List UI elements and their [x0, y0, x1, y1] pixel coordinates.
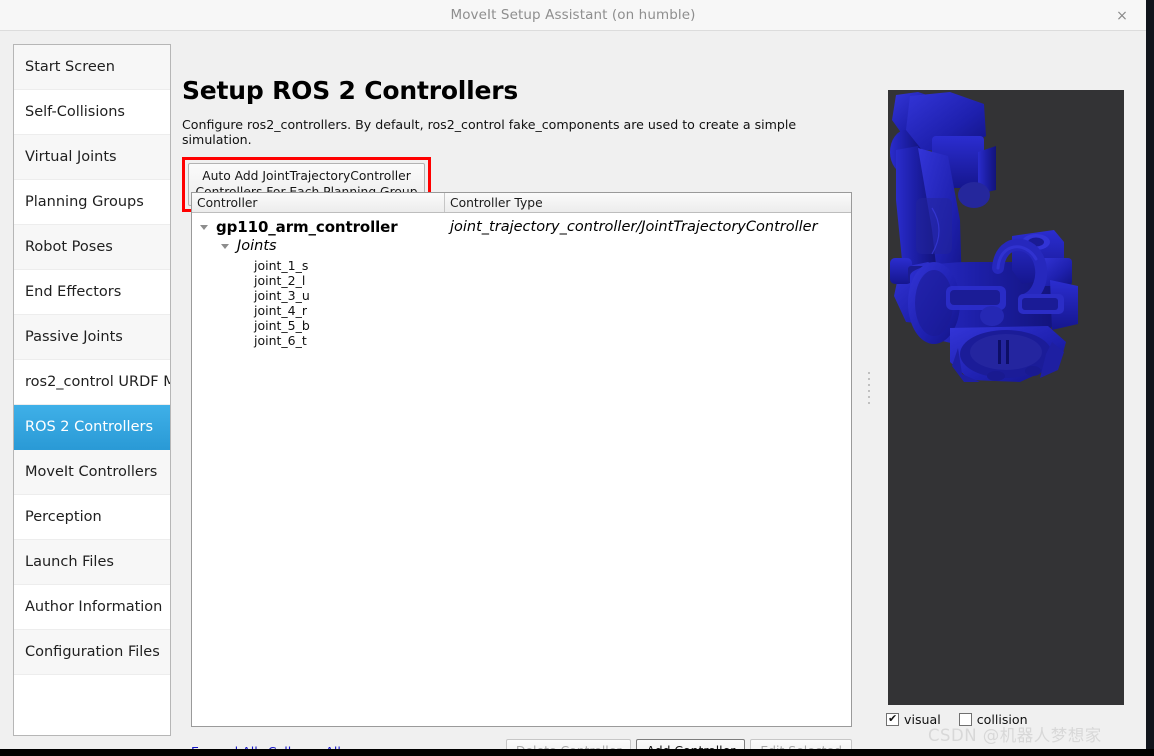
sidebar-item-self-collisions[interactable]: Self-Collisions — [14, 90, 170, 135]
auto-add-button-line-1: Auto Add JointTrajectoryController — [202, 169, 411, 183]
tree-row-joint[interactable]: joint_3_u — [192, 288, 851, 303]
sidebar-item-launch-files[interactable]: Launch Files — [14, 540, 170, 585]
window-title: MoveIt Setup Assistant (on humble) — [450, 7, 696, 23]
window-bottom-edge — [0, 749, 1154, 756]
robot-viewer-panel: visual collision — [878, 44, 1134, 736]
joints-group-label: Joints — [237, 238, 277, 254]
sidebar-item-start-screen[interactable]: Start Screen — [14, 45, 170, 90]
tree-row-joint[interactable]: joint_6_t — [192, 333, 851, 348]
collision-checkbox[interactable]: collision — [958, 712, 1028, 727]
sidebar-item-planning-groups[interactable]: Planning Groups — [14, 180, 170, 225]
tree-row-joints-group[interactable]: Joints — [192, 237, 851, 255]
tree-column-header-controller[interactable]: Controller — [192, 193, 445, 212]
sidebar-item-passive-joints[interactable]: Passive Joints — [14, 315, 170, 360]
tree-row-joint[interactable]: joint_2_l — [192, 273, 851, 288]
application-window: MoveIt Setup Assistant (on humble) × Sta… — [0, 0, 1154, 756]
main-content: Setup ROS 2 Controllers Configure ros2_c… — [182, 44, 858, 756]
title-bar: MoveIt Setup Assistant (on humble) × — [0, 0, 1146, 31]
sidebar-item-perception[interactable]: Perception — [14, 495, 170, 540]
visual-checkbox-label: visual — [904, 712, 941, 727]
tree-column-header-controller-type[interactable]: Controller Type — [445, 193, 851, 212]
window-body: Start Screen Self-Collisions Virtual Joi… — [0, 31, 1146, 756]
page-title: Setup ROS 2 Controllers — [182, 76, 519, 105]
panel-splitter-handle[interactable] — [862, 44, 876, 736]
close-icon[interactable]: × — [1106, 0, 1138, 31]
chevron-down-icon[interactable] — [200, 222, 210, 232]
window-right-edge — [1146, 0, 1154, 749]
page-description: Configure ros2_controllers. By default, … — [182, 117, 797, 147]
sidebar-item-end-effectors[interactable]: End Effectors — [14, 270, 170, 315]
navigation-sidebar: Start Screen Self-Collisions Virtual Joi… — [13, 44, 171, 736]
sidebar-item-robot-poses[interactable]: Robot Poses — [14, 225, 170, 270]
render-options: visual collision — [886, 712, 1046, 727]
checkbox-unchecked-icon — [958, 713, 972, 726]
tree-row-joint[interactable]: joint_5_b — [192, 318, 851, 333]
sidebar-item-moveit-controllers[interactable]: MoveIt Controllers — [14, 450, 170, 495]
splitter-grip-dots — [868, 372, 870, 408]
chevron-down-icon[interactable] — [221, 241, 231, 251]
sidebar-item-ros-2-controllers[interactable]: ROS 2 Controllers — [14, 405, 170, 450]
robot-model — [890, 92, 1078, 382]
controller-type: joint_trajectory_controller/JointTraject… — [450, 218, 818, 235]
sidebar-item-ros2-control-urdf[interactable]: ros2_control URDF Mo — [14, 360, 170, 405]
sidebar-item-virtual-joints[interactable]: Virtual Joints — [14, 135, 170, 180]
robot-3d-view[interactable] — [888, 90, 1124, 705]
checkbox-checked-icon — [886, 712, 899, 726]
tree-header-row: Controller Controller Type — [192, 193, 851, 213]
collision-checkbox-label: collision — [976, 712, 1028, 727]
controllers-tree[interactable]: Controller Controller Type gp110_arm_con… — [191, 192, 852, 727]
tree-body: gp110_arm_controller joint_trajectory_co… — [192, 213, 851, 348]
sidebar-item-configuration-files[interactable]: Configuration Files — [14, 630, 170, 675]
tree-row-joint[interactable]: joint_4_r — [192, 303, 851, 318]
tree-row-joint[interactable]: joint_1_s — [192, 258, 851, 273]
sidebar-item-author-information[interactable]: Author Information — [14, 585, 170, 630]
controller-name: gp110_arm_controller — [216, 217, 398, 236]
tree-row-controller[interactable]: gp110_arm_controller joint_trajectory_co… — [192, 216, 851, 237]
visual-checkbox[interactable]: visual — [886, 712, 941, 727]
